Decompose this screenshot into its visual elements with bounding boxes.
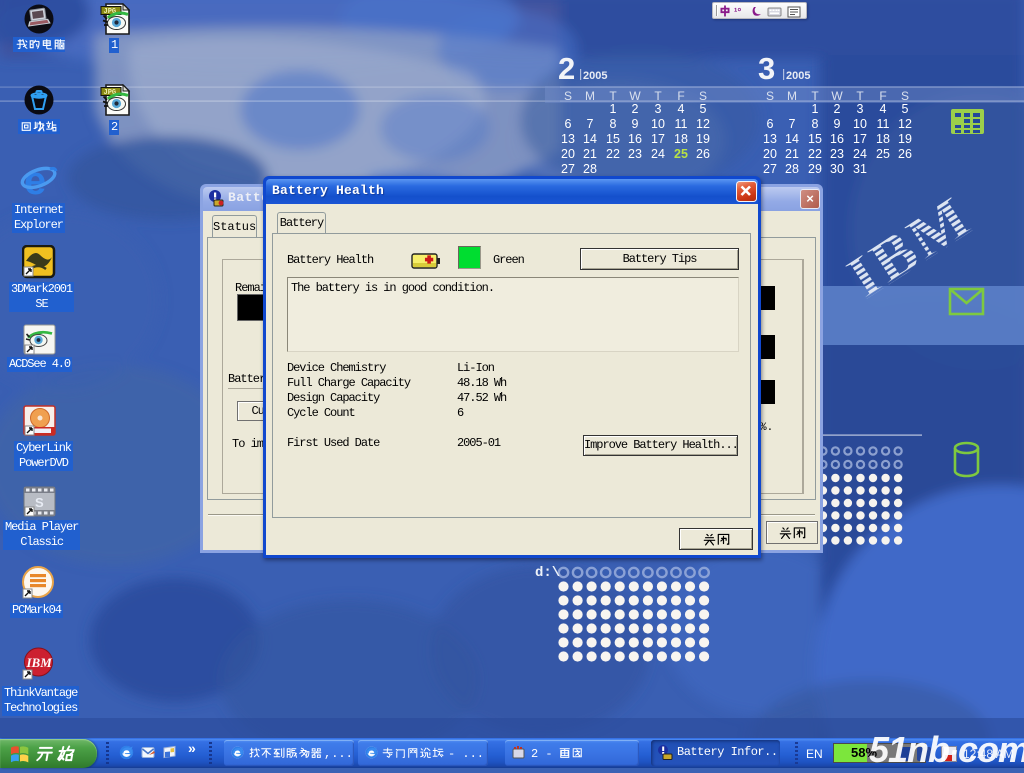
svg-text:20212223242526: 20212223242526: [763, 147, 912, 161]
svg-text:,...: ,...: [324, 747, 353, 761]
svg-text:2005: 2005: [786, 70, 810, 82]
svg-text:3: 3: [758, 51, 775, 86]
svg-text:¹°: ¹°: [734, 7, 741, 18]
svg-text:2005: 2005: [583, 70, 607, 82]
svg-text:13141516171819: 13141516171819: [561, 132, 710, 146]
svg-text:IBM: IBM: [26, 655, 53, 670]
svg-text:2: 2: [558, 51, 575, 86]
svg-text:2 -: 2 -: [531, 747, 553, 761]
svg-text:13141516171819: 13141516171819: [763, 132, 912, 146]
svg-text:- ...: - ...: [448, 747, 484, 761]
svg-text:20212223242526: 20212223242526: [561, 147, 710, 161]
svg-text:S: S: [35, 495, 44, 510]
svg-text:d:\: d:\: [535, 565, 560, 581]
